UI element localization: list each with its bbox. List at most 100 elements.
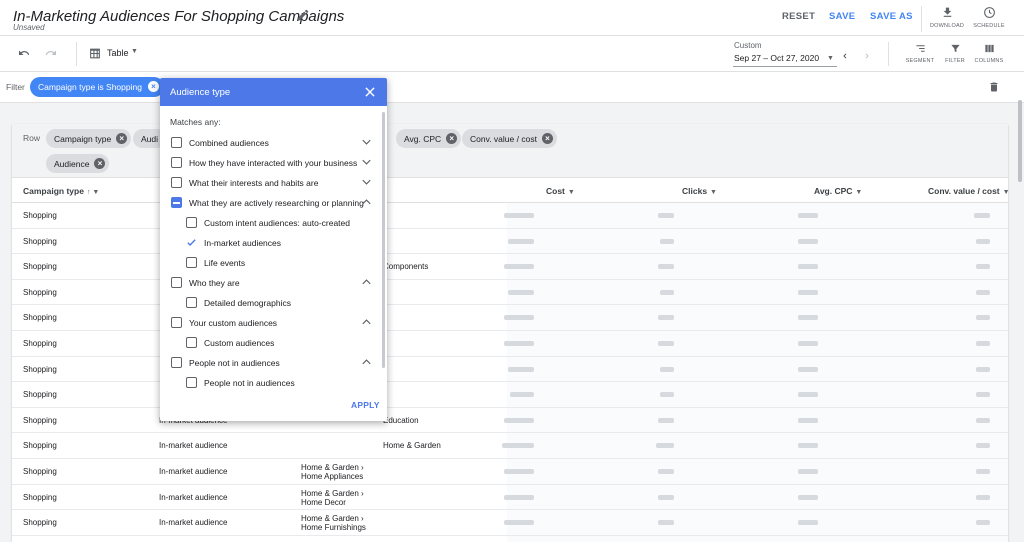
remove-chip-icon[interactable]: × — [116, 133, 128, 144]
apply-button[interactable]: APPLY — [351, 400, 380, 410]
filter-chip-campaign-type[interactable]: Campaign type is Shopping × — [30, 77, 164, 97]
chevron-up-icon[interactable] — [362, 359, 371, 365]
cell-clicks-redacted — [658, 520, 674, 526]
filter-bar-label: Filter — [6, 82, 25, 92]
cell-audience-sub: Home Furnishings — [301, 523, 366, 533]
audience-type-panel: Audience type Matches any: Combined audi… — [160, 78, 387, 421]
audience-subcategory-option[interactable]: People not in audiences — [160, 375, 380, 391]
checkbox[interactable] — [186, 297, 197, 308]
column-header-avg-cpc[interactable]: Avg. CPC ▼ — [814, 186, 862, 196]
audience-category-option[interactable]: Your custom audiences — [160, 315, 380, 331]
audience-subcategory-option[interactable]: Custom audiences — [160, 335, 380, 351]
reset-button[interactable]: RESET — [782, 11, 815, 22]
undo-icon[interactable] — [17, 47, 31, 59]
checkbox[interactable] — [171, 317, 182, 328]
chevron-up-icon[interactable] — [362, 279, 371, 285]
cell-conv-value-redacted — [976, 238, 990, 244]
row-chip-conv-value-cost[interactable]: Conv. value / cost × — [462, 129, 557, 148]
filter-button[interactable]: FILTER — [938, 43, 972, 64]
edit-pencil-icon[interactable] — [296, 8, 310, 22]
remove-chip-icon[interactable]: × — [541, 133, 553, 144]
audience-category-option[interactable]: Who they are — [160, 275, 380, 291]
column-header-conv-value-cost[interactable]: Conv. value / cost ▼ — [928, 186, 1010, 196]
cell-clicks-redacted — [658, 341, 674, 346]
audience-subcategory-option[interactable]: Detailed demographics — [160, 295, 380, 311]
row-chip-campaign-type[interactable]: Campaign type × — [46, 129, 132, 148]
table-row[interactable]: Shopping In-market audience Home & Garden … — [12, 459, 1008, 485]
report-title[interactable]: In-Marketing Audiences For Shopping Camp… — [13, 8, 344, 25]
column-header-cost[interactable]: Cost ▼ — [546, 186, 575, 196]
table-row[interactable]: Shopping In-market audience Home & Garden … — [12, 510, 1008, 536]
audience-subcategory-option[interactable]: In-market audiences — [160, 235, 380, 251]
audience-category-option[interactable]: How they have interacted with your busin… — [160, 155, 380, 171]
option-label: Your custom audiences — [189, 318, 278, 328]
filter-bar: Filter Campaign type is Shopping × — [0, 72, 1024, 103]
checkbox-checked[interactable] — [186, 237, 197, 248]
divider — [888, 42, 889, 66]
checkbox[interactable] — [171, 277, 182, 288]
segment-icon — [915, 45, 925, 52]
checkbox[interactable] — [171, 137, 182, 148]
date-range-picker[interactable]: Sep 27 – Oct 27, 2020 — [734, 53, 819, 63]
column-header-clicks[interactable]: Clicks ▼ — [682, 186, 717, 196]
row-chip-avg-cpc[interactable]: Avg. CPC × — [396, 129, 462, 148]
audience-category-option[interactable]: People not in audiences — [160, 355, 380, 371]
audience-category-option[interactable]: What their interests and habits are — [160, 175, 380, 191]
trash-icon[interactable] — [988, 80, 1000, 94]
checkbox[interactable] — [186, 377, 197, 388]
chevron-right-icon[interactable] — [862, 51, 872, 61]
columns-label: COLUMNS — [974, 58, 1004, 64]
row-chip-audience[interactable]: Audience × — [46, 154, 110, 173]
checkbox[interactable] — [186, 217, 197, 228]
table-row[interactable]: Shopping In-market audience Home & Garden … — [12, 485, 1008, 511]
remove-chip-icon[interactable]: × — [446, 133, 458, 144]
chevron-up-icon[interactable] — [362, 319, 371, 325]
columns-button[interactable]: COLUMNS — [972, 43, 1006, 64]
cell-cost-redacted — [504, 520, 534, 526]
date-dropdown-icon[interactable]: ▼ — [827, 55, 834, 62]
chevron-left-icon[interactable] — [840, 51, 850, 61]
checkbox[interactable] — [171, 177, 182, 188]
panel-scrollbar[interactable] — [382, 112, 385, 368]
header-label: Conv. value / cost — [928, 186, 1000, 196]
cell-avg-cpc-redacted — [798, 341, 818, 346]
checkbox[interactable] — [186, 337, 197, 348]
close-icon[interactable] — [363, 85, 377, 99]
audience-category-option[interactable]: What they are actively researching or pl… — [160, 195, 380, 211]
table-row[interactable]: Shopping In-market audience Home & Garden — [12, 433, 1008, 459]
cell-cost-redacted — [504, 213, 534, 218]
checkbox[interactable] — [171, 357, 182, 368]
panel-title: Audience type — [170, 87, 231, 98]
table-icon — [90, 48, 100, 59]
remove-filter-icon[interactable]: × — [147, 81, 159, 92]
sort-arrow-up-icon[interactable]: ↑ ▼ — [87, 189, 99, 196]
chevron-down-icon[interactable] — [362, 139, 371, 145]
checkbox-indeterminate[interactable] — [171, 197, 182, 208]
view-type-dropdown[interactable]: Table ▼ — [86, 44, 144, 64]
redo-icon[interactable] — [44, 47, 58, 59]
remove-chip-icon[interactable]: × — [94, 158, 106, 169]
page-scrollbar[interactable] — [1018, 100, 1022, 182]
cell-clicks-redacted — [660, 366, 674, 372]
save-as-button[interactable]: SAVE AS — [870, 11, 913, 22]
chevron-up-icon[interactable] — [362, 199, 371, 205]
chevron-down-icon[interactable] — [362, 159, 371, 165]
audience-subcategory-option[interactable]: Custom intent audiences: auto-created — [160, 215, 380, 231]
schedule-button[interactable]: SCHEDULE — [971, 6, 1007, 29]
matches-any-label: Matches any: — [170, 117, 221, 127]
audience-subcategory-option[interactable]: Life events — [160, 255, 380, 271]
save-button[interactable]: SAVE — [829, 11, 855, 22]
cell-campaign-type: Shopping — [23, 467, 57, 476]
audience-category-option[interactable]: Combined audiences — [160, 135, 380, 151]
segment-button[interactable]: SEGMENT — [903, 43, 937, 64]
download-button[interactable]: DOWNLOAD — [929, 6, 965, 29]
cell-campaign-type: Shopping — [23, 492, 57, 502]
checkbox[interactable] — [186, 257, 197, 268]
cell-clicks-redacted — [656, 443, 674, 449]
chevron-down-icon[interactable] — [362, 179, 371, 185]
option-label: People not in audiences — [204, 378, 295, 388]
option-label: Detailed demographics — [204, 298, 291, 308]
checkbox[interactable] — [171, 157, 182, 168]
cell-clicks-redacted — [658, 264, 674, 270]
column-header-campaign-type[interactable]: Campaign type ↑ ▼ — [23, 186, 99, 196]
